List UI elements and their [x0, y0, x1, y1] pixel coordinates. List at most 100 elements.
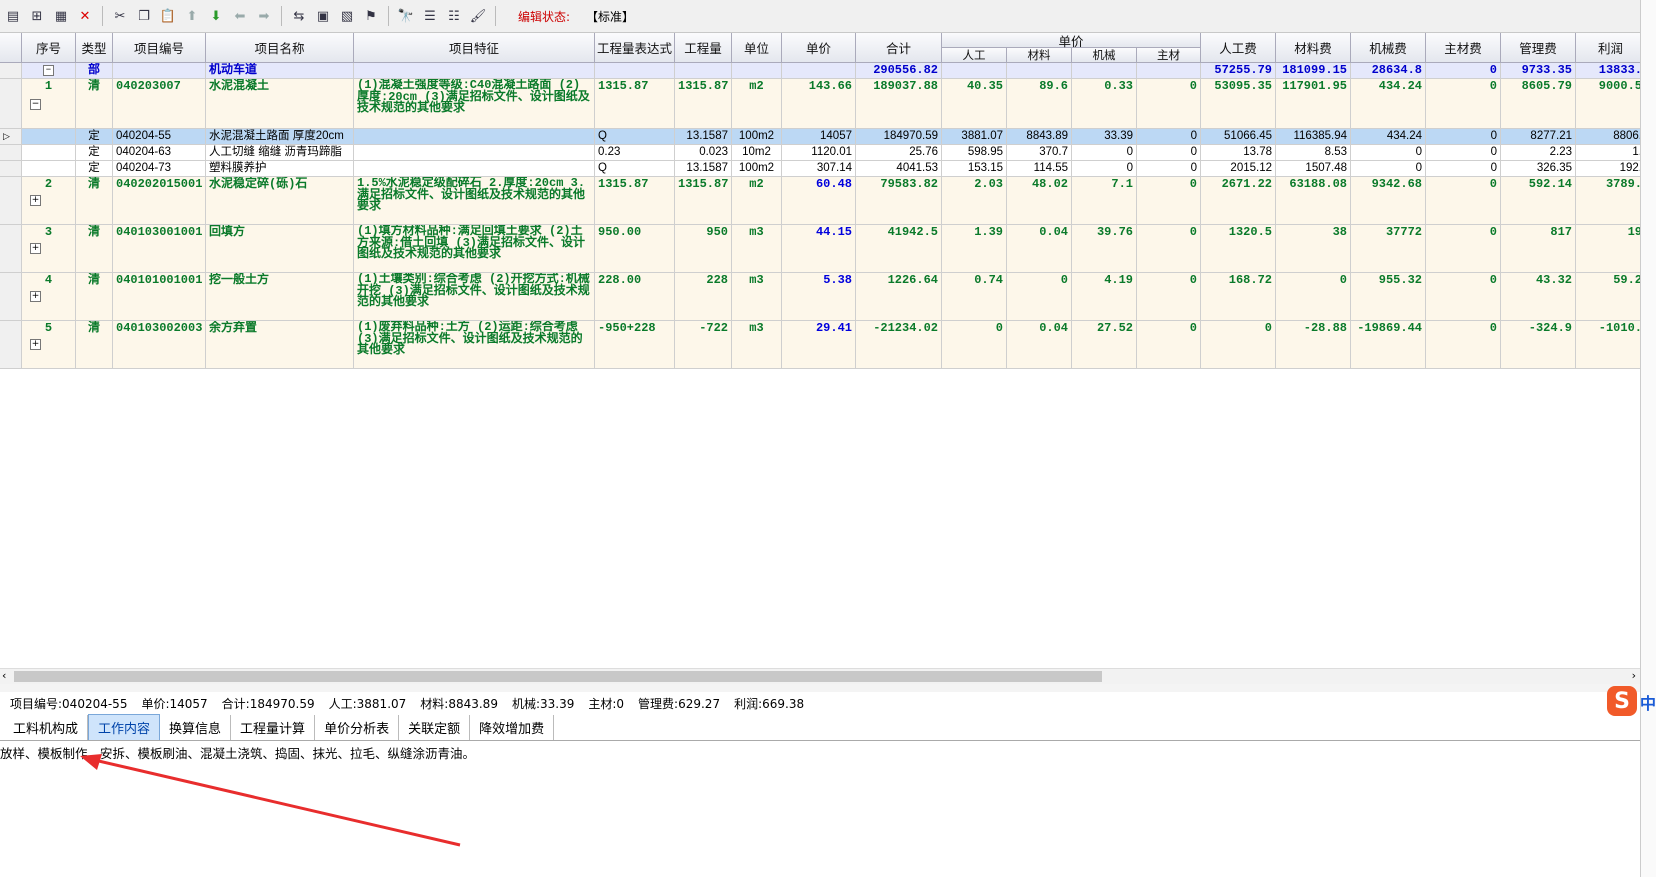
cell-labor-fee[interactable]: 168.72: [1201, 273, 1276, 321]
cell-main-mat[interactable]: 0: [1137, 145, 1201, 161]
header-main-mat[interactable]: 主材: [1137, 48, 1201, 63]
expand-icon[interactable]: +: [30, 243, 41, 254]
scroll-thumb[interactable]: [14, 671, 1102, 682]
cell-qty[interactable]: 228: [675, 273, 732, 321]
cell-machine-fee[interactable]: 955.32: [1351, 273, 1426, 321]
cell-expr[interactable]: 1315.87: [595, 177, 675, 225]
cell-name[interactable]: 回填方: [206, 225, 354, 273]
cell-price[interactable]: 143.66: [782, 79, 856, 129]
cell-main-mat-fee[interactable]: 0: [1426, 161, 1501, 177]
quota-row[interactable]: ▷ 定 040204-55 水泥混凝土路面 厚度20cm Q 13.1587 100m2 14…: [0, 129, 1640, 145]
cell-machine-fee[interactable]: 0: [1351, 161, 1426, 177]
cell-name[interactable]: 人工切缝 缩缝 沥青玛蹄脂: [206, 145, 354, 161]
cell-expr[interactable]: 950.00: [595, 225, 675, 273]
tab-conversion[interactable]: 换算信息: [160, 714, 232, 740]
header-unit[interactable]: 单位: [732, 33, 782, 63]
cell-type[interactable]: 清: [76, 177, 113, 225]
header-mgmt-fee[interactable]: 管理费: [1501, 33, 1576, 63]
cell-labor-fee[interactable]: 53095.35: [1201, 79, 1276, 129]
cell-main-mat[interactable]: 0: [1137, 161, 1201, 177]
cell-type[interactable]: 定: [76, 161, 113, 177]
ime-logo-icon[interactable]: S: [1607, 686, 1637, 716]
cell-machine-fee[interactable]: 0: [1351, 145, 1426, 161]
cell-price[interactable]: 307.14: [782, 161, 856, 177]
cell-machine-fee[interactable]: 9342.68: [1351, 177, 1426, 225]
cell-total[interactable]: 1226.64: [856, 273, 942, 321]
cell-unit[interactable]: m2: [732, 79, 782, 129]
cell-labor[interactable]: 2.03: [942, 177, 1007, 225]
cell-type[interactable]: 清: [76, 321, 113, 369]
cell-code[interactable]: 040204-55: [113, 129, 206, 145]
header-labor-fee[interactable]: 人工费: [1201, 33, 1276, 63]
scroll-left-icon[interactable]: ‹: [2, 669, 6, 682]
replace-icon[interactable]: ⇆: [290, 7, 308, 25]
cell-material-fee[interactable]: 0: [1276, 273, 1351, 321]
header-material[interactable]: 材料: [1007, 48, 1072, 63]
cell-qty[interactable]: 13.1587: [675, 161, 732, 177]
cell-seq[interactable]: [22, 129, 76, 145]
expand-icon[interactable]: +: [30, 195, 41, 206]
quota-row[interactable]: 定 040204-73 塑料膜养护 Q 13.1587 100m2 307.14 4041.5…: [0, 161, 1640, 177]
expand-icon[interactable]: ☰: [421, 7, 439, 25]
cell-mgmt-fee[interactable]: 2.23: [1501, 145, 1576, 161]
cell-total[interactable]: 4041.53: [856, 161, 942, 177]
cut-icon[interactable]: ✂: [111, 7, 129, 25]
cell-main-mat[interactable]: 0: [1137, 225, 1201, 273]
cell-expr[interactable]: Q: [595, 129, 675, 145]
supplement-icon[interactable]: ▣: [314, 7, 332, 25]
bill-item-row[interactable]: 1 清 040203007 水泥混凝土 (1)混凝土强度等级:C40混凝土路面 (2)厚…: [0, 79, 1640, 129]
cell-code[interactable]: 040103001001: [113, 225, 206, 273]
cell-profit[interactable]: 3789.: [1576, 177, 1640, 225]
cell-type[interactable]: 清: [76, 225, 113, 273]
cell-material-fee[interactable]: -28.88: [1276, 321, 1351, 369]
cell-expr[interactable]: 228.00: [595, 273, 675, 321]
cell-labor[interactable]: 153.15: [942, 161, 1007, 177]
cell-price[interactable]: 29.41: [782, 321, 856, 369]
cell-profit[interactable]: 59.2: [1576, 273, 1640, 321]
move-up-icon[interactable]: ⬆: [183, 7, 201, 25]
header-seq[interactable]: 序号: [22, 33, 76, 63]
header-labor[interactable]: 人工: [942, 48, 1007, 63]
expand-icon[interactable]: +: [30, 291, 41, 302]
cell-material[interactable]: 8843.89: [1007, 129, 1072, 145]
collapse-icon[interactable]: −: [30, 99, 41, 110]
cell-qty[interactable]: 0.023: [675, 145, 732, 161]
cell-mgmt-fee[interactable]: 8277.21: [1501, 129, 1576, 145]
cell-material[interactable]: 89.6: [1007, 79, 1072, 129]
cell-main-mat-fee[interactable]: 0: [1426, 129, 1501, 145]
header-main-mat-fee[interactable]: 主材费: [1426, 33, 1501, 63]
tab-related-quota[interactable]: 关联定额: [399, 714, 471, 740]
add-child-icon[interactable]: ⊞: [28, 7, 46, 25]
cell-unit[interactable]: m3: [732, 321, 782, 369]
cell-main-mat-fee[interactable]: 0: [1426, 321, 1501, 369]
header-machine-fee[interactable]: 机械费: [1351, 33, 1426, 63]
cell-name[interactable]: 余方弃置: [206, 321, 354, 369]
bill-item-row[interactable]: 5 清 040103002003 余方弃置 (1)废弃料品种:土方 (2)运距:综合考虑…: [0, 321, 1640, 369]
cell-price[interactable]: 1120.01: [782, 145, 856, 161]
cell-machine[interactable]: 27.52: [1072, 321, 1137, 369]
cell-feature[interactable]: (1)土壤类别:综合考虑 (2)开挖方式:机械开挖 (3)满足招标文件、设计图纸…: [354, 273, 595, 321]
cell-main-mat[interactable]: 0: [1137, 129, 1201, 145]
cell-machine[interactable]: 33.39: [1072, 129, 1137, 145]
tab-price-analysis[interactable]: 单价分析表: [315, 714, 400, 740]
panel-splitter[interactable]: [0, 684, 1640, 692]
cell-type[interactable]: 定: [76, 129, 113, 145]
cell-main-mat[interactable]: 0: [1137, 177, 1201, 225]
tab-work-content[interactable]: 工作内容: [88, 713, 161, 741]
add-row-icon[interactable]: ▦: [52, 7, 70, 25]
cell-qty[interactable]: 1315.87: [675, 177, 732, 225]
scroll-right-icon[interactable]: ›: [1632, 669, 1636, 682]
cell-mgmt-fee[interactable]: 8605.79: [1501, 79, 1576, 129]
bill-item-row[interactable]: 2 清 040202015001 水泥稳定碎(砾)石 1.5%水泥稳定级配碎石 2.厚度…: [0, 177, 1640, 225]
cell-labor-fee[interactable]: 0: [1201, 321, 1276, 369]
cell-expr[interactable]: 0.23: [595, 145, 675, 161]
cell-mgmt-fee[interactable]: -324.9: [1501, 321, 1576, 369]
cell-unit[interactable]: 10m2: [732, 145, 782, 161]
cell-labor[interactable]: 40.35: [942, 79, 1007, 129]
cell-profit[interactable]: 19: [1576, 225, 1640, 273]
cell-profit[interactable]: 9000.5: [1576, 79, 1640, 129]
cell-seq[interactable]: [22, 161, 76, 177]
cell-main-mat-fee[interactable]: 0: [1426, 225, 1501, 273]
filter-icon[interactable]: ⚑: [362, 7, 380, 25]
cell-labor[interactable]: 598.95: [942, 145, 1007, 161]
